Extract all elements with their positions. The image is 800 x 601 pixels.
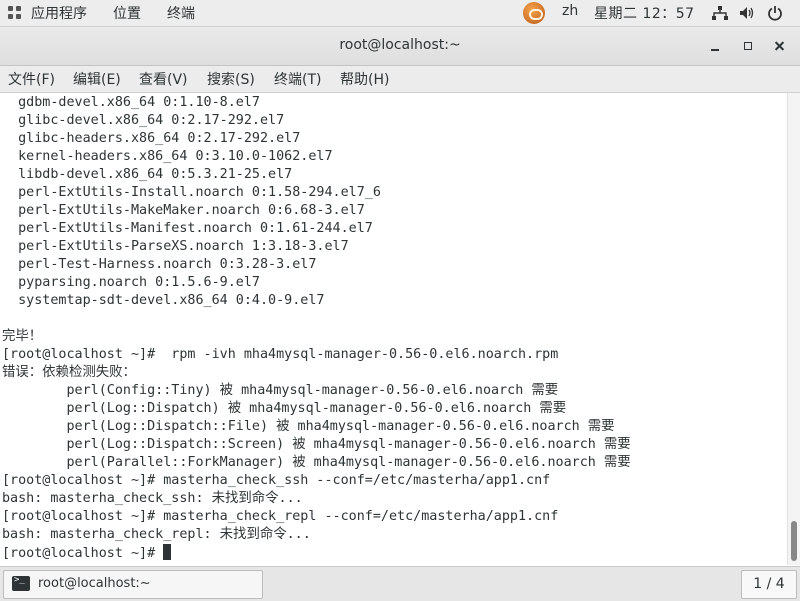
terminal-line: perl-ExtUtils-MakeMaker.noarch 0:6.68-3.… [2, 203, 365, 218]
window-title: root@localhost:~ [339, 37, 461, 53]
terminal-line: perl(Log::Dispatch::File) 被 mha4mysql-ma… [2, 419, 615, 434]
close-button[interactable] [770, 35, 792, 57]
menu-terminal[interactable]: 终端(T) [274, 69, 321, 89]
menu-bar: 文件(F) 编辑(E) 查看(V) 搜索(S) 终端(T) 帮助(H) [0, 66, 800, 93]
terminal-line: pyparsing.noarch 0:1.5.6-9.el7 [2, 275, 260, 290]
menu-edit[interactable]: 编辑(E) [73, 69, 121, 89]
terminal-line: perl(Parallel::ForkManager) 被 mha4mysql-… [2, 455, 631, 470]
window-titlebar[interactable]: root@localhost:~ [0, 27, 800, 66]
terminal-line: perl-Test-Harness.noarch 0:3.28-3.el7 [2, 257, 317, 272]
terminal-line: kernel-headers.x86_64 0:3.10.0-1062.el7 [2, 149, 333, 164]
terminal-line: [root@localhost ~]# rpm -ivh mha4mysql-m… [2, 347, 559, 362]
terminal-line: bash: masterha_check_repl: 未找到命令... [2, 527, 311, 542]
terminal-line: perl-ExtUtils-Manifest.noarch 0:1.61-244… [2, 221, 373, 236]
input-method-icon[interactable] [523, 2, 545, 24]
terminal-line: 完毕！ [2, 329, 43, 344]
terminal-output[interactable]: gdbm-devel.x86_64 0:1.10-8.el7 glibc-dev… [0, 93, 787, 565]
places-menu[interactable]: 位置 [113, 3, 141, 23]
terminal-line: perl(Log::Dispatch) 被 mha4mysql-manager-… [2, 401, 567, 416]
power-icon[interactable] [767, 5, 783, 21]
minimize-button[interactable] [705, 35, 727, 57]
terminal-line: [root@localhost ~]# masterha_check_ssh -… [2, 473, 551, 488]
scrollbar-thumb[interactable] [791, 521, 797, 561]
volume-icon[interactable] [739, 6, 755, 20]
terminal-text: gdbm-devel.x86_64 0:1.10-8.el7 glibc-dev… [2, 94, 631, 562]
terminal-line: perl-ExtUtils-ParseXS.noarch 1:3.18-3.el… [2, 239, 349, 254]
terminal-icon [12, 575, 30, 591]
terminal-cursor [163, 544, 172, 560]
terminal-line: glibc-devel.x86_64 0:2.17-292.el7 [2, 113, 285, 128]
scrollbar[interactable] [787, 93, 800, 565]
terminal-line: glibc-headers.x86_64 0:2.17-292.el7 [2, 131, 301, 146]
terminal-line: libdb-devel.x86_64 0:5.3.21-25.el7 [2, 167, 293, 182]
terminal-line: bash: masterha_check_ssh: 未找到命令... [2, 491, 303, 506]
terminal-line: perl-ExtUtils-Install.noarch 0:1.58-294.… [2, 185, 381, 200]
taskbar-window-label: root@localhost:~ [38, 576, 151, 591]
terminal-line: systemtap-sdt-devel.x86_64 0:4.0-9.el7 [2, 293, 325, 308]
menu-help[interactable]: 帮助(H) [340, 69, 389, 89]
network-icon[interactable] [712, 6, 728, 20]
taskbar-window-button[interactable]: root@localhost:~ [3, 570, 263, 599]
maximize-button[interactable] [738, 35, 760, 57]
terminal-line: [root@localhost ~]# masterha_check_repl … [2, 509, 559, 524]
terminal-line: perl(Log::Dispatch::Screen) 被 mha4mysql-… [2, 437, 631, 452]
bottom-taskbar: root@localhost:~ 1 / 4 [0, 566, 800, 601]
top-panel: 应用程序 位置 终端 zh 星期二 12：57 [0, 0, 800, 27]
menu-view[interactable]: 查看(V) [139, 69, 188, 89]
menu-search[interactable]: 搜索(S) [207, 69, 255, 89]
terminal-line: [root@localhost ~]# [2, 544, 631, 562]
applications-menu[interactable]: 应用程序 [31, 3, 87, 23]
terminal-line: 错误：依赖检测失败： [2, 365, 136, 380]
language-indicator[interactable]: zh [562, 3, 578, 19]
app-menu-terminal[interactable]: 终端 [167, 3, 195, 23]
menu-file[interactable]: 文件(F) [8, 69, 55, 89]
terminal-line: gdbm-devel.x86_64 0:1.10-8.el7 [2, 95, 260, 110]
terminal-line: perl(Config::Tiny) 被 mha4mysql-manager-0… [2, 383, 559, 398]
workspace-pager[interactable]: 1 / 4 [741, 570, 797, 599]
apps-grid-icon[interactable] [8, 6, 22, 20]
clock[interactable]: 星期二 12：57 [594, 3, 695, 23]
